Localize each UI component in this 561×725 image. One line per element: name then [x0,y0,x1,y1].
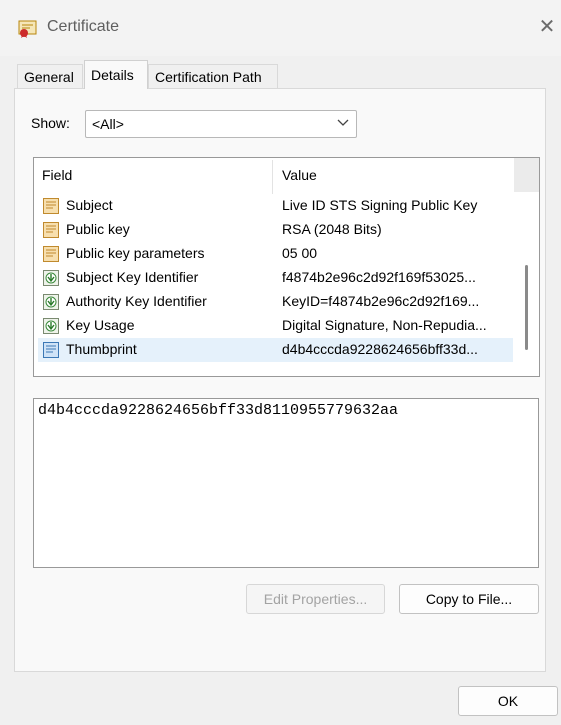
column-header-value[interactable]: Value [282,167,317,183]
certificate-field-icon [42,221,60,239]
copy-to-file-label: Copy to File... [425,591,513,607]
tab-general[interactable]: General [17,64,83,88]
close-icon: ✕ [538,16,556,38]
column-header-field[interactable]: Field [42,167,72,183]
show-label: Show: [31,115,70,131]
extension-field-icon [42,269,60,287]
list-item[interactable]: Thumbprint d4b4cccda9228624656bff33d... [38,338,513,362]
list-item[interactable]: Subject Live ID STS Signing Public Key [38,194,513,218]
field-value: KeyID=f4874b2e96c2d92f169... [282,293,480,309]
value-detail-text: d4b4cccda9228624656bff33d8110955779632aa [38,402,399,419]
list-item[interactable]: Key Usage Digital Signature, Non-Repudia… [38,314,513,338]
field-name: Thumbprint [66,341,137,357]
list-item[interactable]: Public key parameters 05 00 [38,242,513,266]
field-name: Public key parameters [66,245,205,261]
field-value: Live ID STS Signing Public Key [282,197,478,213]
ok-button[interactable]: OK [458,686,558,716]
extension-field-icon [42,293,60,311]
field-name: Authority Key Identifier [66,293,207,309]
ok-label: OK [497,693,519,709]
field-value: 05 00 [282,245,318,261]
field-name: Public key [66,221,130,237]
field-name: Subject Key Identifier [66,269,199,285]
chevron-down-icon [336,115,350,129]
field-value: Digital Signature, Non-Repudia... [282,317,487,333]
list-scrollbar[interactable] [525,265,528,350]
show-dropdown-value: <All> [92,116,124,132]
copy-to-file-button[interactable]: Copy to File... [399,584,539,614]
field-name: Key Usage [66,317,135,333]
close-button[interactable]: ✕ [536,16,558,38]
field-name: Subject [66,197,113,213]
show-dropdown[interactable] [85,110,357,138]
header-filler [514,158,539,192]
field-value: d4b4cccda9228624656bff33d... [282,341,478,357]
certificate-icon [18,20,38,38]
field-value: f4874b2e96c2d92f169f53025... [282,269,476,285]
list-item[interactable]: Authority Key Identifier KeyID=f4874b2e9… [38,290,513,314]
property-field-icon [42,341,60,359]
tab-certification-path[interactable]: Certification Path [148,64,278,88]
field-value: RSA (2048 Bits) [282,221,382,237]
edit-properties-label: Edit Properties... [263,591,368,607]
column-divider[interactable] [272,160,273,194]
certificate-field-icon [42,197,60,215]
tab-details[interactable]: Details [84,60,148,89]
window-title: Certificate [47,18,120,35]
edit-properties-button[interactable]: Edit Properties... [246,584,385,614]
list-item[interactable]: Public key RSA (2048 Bits) [38,218,513,242]
extension-field-icon [42,317,60,335]
value-detail-box[interactable] [33,398,539,568]
list-item[interactable]: Subject Key Identifier f4874b2e96c2d92f1… [38,266,513,290]
certificate-field-icon [42,245,60,263]
